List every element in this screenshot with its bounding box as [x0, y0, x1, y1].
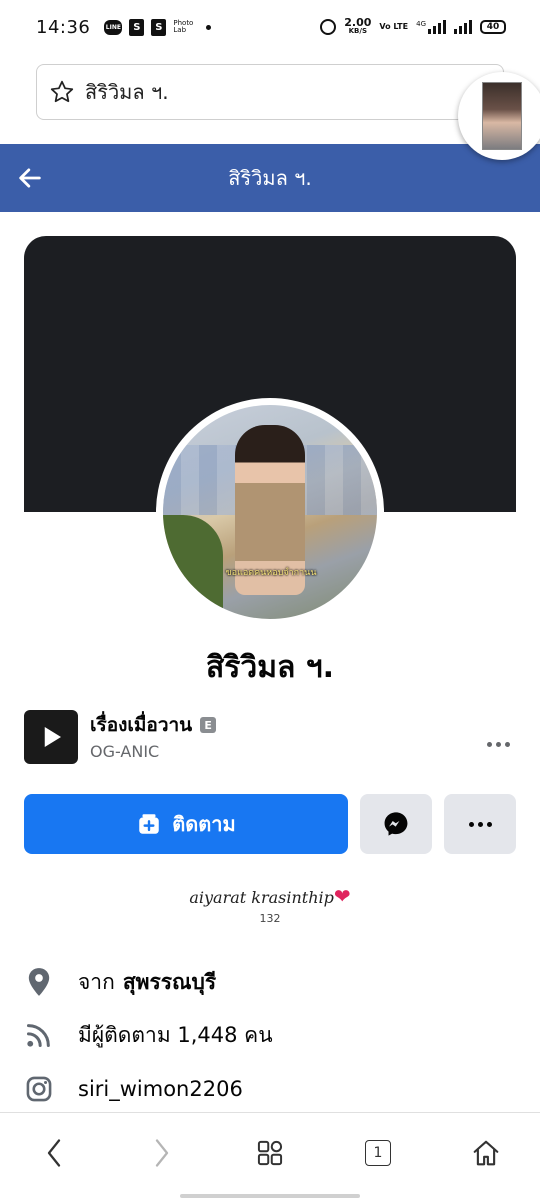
- hometown-place: สุพรรณบุรี: [122, 969, 217, 994]
- notification-icons: LINE S S Photo Lab: [104, 18, 212, 36]
- app-bar-title: สิริวิมล ฯ.: [228, 166, 312, 190]
- follow-button[interactable]: ติดตาม: [24, 794, 348, 854]
- follow-label: ติดตาม: [172, 812, 236, 836]
- profile-picture[interactable]: ขอแอดคนหอบจำกานน: [156, 398, 384, 626]
- hometown-prefix: จาก: [78, 969, 115, 994]
- photo-lab-icon: Photo Lab: [173, 19, 194, 34]
- tabs-count: 1: [373, 1145, 383, 1161]
- location-pin-icon: [24, 967, 54, 997]
- forward-chevron-icon[interactable]: [142, 1133, 182, 1173]
- status-time: 14:36: [36, 16, 91, 38]
- back-arrow-icon[interactable]: [14, 162, 46, 194]
- messenger-icon: [384, 812, 408, 836]
- app-bar: สิริวิมล ฯ.: [0, 144, 540, 212]
- follow-icon: [139, 814, 160, 834]
- music-title-row[interactable]: เรื่องเมื่อวาน E: [90, 710, 217, 740]
- tabs-icon: 1: [365, 1140, 391, 1166]
- network-speed: 2.00 KB/S: [344, 17, 371, 36]
- followers-text: มีผู้ติดตาม 1,448 คน: [78, 1022, 273, 1047]
- detail-instagram[interactable]: siri_wimon2206: [24, 1069, 524, 1109]
- network-type: 4G: [416, 20, 426, 28]
- alarm-icon: [320, 19, 337, 35]
- signal-4g-icon: 4G: [416, 20, 446, 34]
- bio-text: aiyarat krasinthip: [189, 888, 334, 907]
- tabs-button[interactable]: 1: [358, 1133, 398, 1173]
- floating-profile-avatar[interactable]: [458, 72, 540, 160]
- home-icon[interactable]: [466, 1133, 506, 1173]
- shopee-icon: S: [129, 18, 145, 36]
- rss-icon: [24, 1020, 54, 1050]
- music-title: เรื่องเมื่อวาน: [90, 714, 193, 736]
- status-bar: 14:36 LINE S S Photo Lab 2.00 KB/S Vo LT…: [0, 0, 540, 54]
- star-outline-icon[interactable]: [49, 79, 75, 105]
- explicit-badge: E: [200, 717, 217, 733]
- music-more-icon[interactable]: [482, 732, 514, 756]
- play-icon: [44, 727, 61, 747]
- music-thumbnail[interactable]: [24, 710, 78, 764]
- bio-count: 132: [259, 912, 281, 925]
- battery-icon: 40: [480, 20, 506, 34]
- more-options-button[interactable]: [444, 794, 516, 854]
- profile-photo: ขอแอดคนหอบจำกานน: [163, 405, 377, 619]
- shopee-icon-2: S: [151, 18, 167, 36]
- home-indicator[interactable]: [180, 1194, 360, 1198]
- volte-icon: Vo LTE: [379, 22, 409, 31]
- floating-avatar-photo: [482, 82, 522, 150]
- address-bar[interactable]: สิริวิมล ฯ.: [36, 64, 504, 120]
- bottom-navigation-bar: 1: [0, 1112, 540, 1200]
- messenger-button[interactable]: [360, 794, 432, 854]
- instagram-handle: siri_wimon2206: [78, 1077, 243, 1101]
- back-chevron-icon[interactable]: [34, 1133, 74, 1173]
- more-notifications-dot-icon: [206, 24, 212, 30]
- profile-photo-caption: ขอแอดคนหอบจำกานน: [225, 568, 317, 578]
- music-artist: OG-ANIC: [90, 742, 160, 761]
- profile-name: สิริวิมล ฯ.: [205, 650, 335, 685]
- heart-icon: ❤: [333, 884, 351, 908]
- apps-grid-icon[interactable]: [250, 1133, 290, 1173]
- detail-followers[interactable]: มีผู้ติดตาม 1,448 คน: [24, 1015, 524, 1055]
- instagram-icon: [24, 1074, 54, 1104]
- address-bar-text: สิริวิมล ฯ.: [85, 80, 169, 104]
- line-app-icon: LINE: [104, 19, 123, 35]
- detail-hometown: จาก สุพรรณบุรี: [24, 962, 524, 1002]
- system-icons: 2.00 KB/S Vo LTE 4G 40: [320, 17, 506, 36]
- signal-icon: [454, 20, 472, 34]
- bio: aiyarat krasinthip❤: [0, 884, 540, 908]
